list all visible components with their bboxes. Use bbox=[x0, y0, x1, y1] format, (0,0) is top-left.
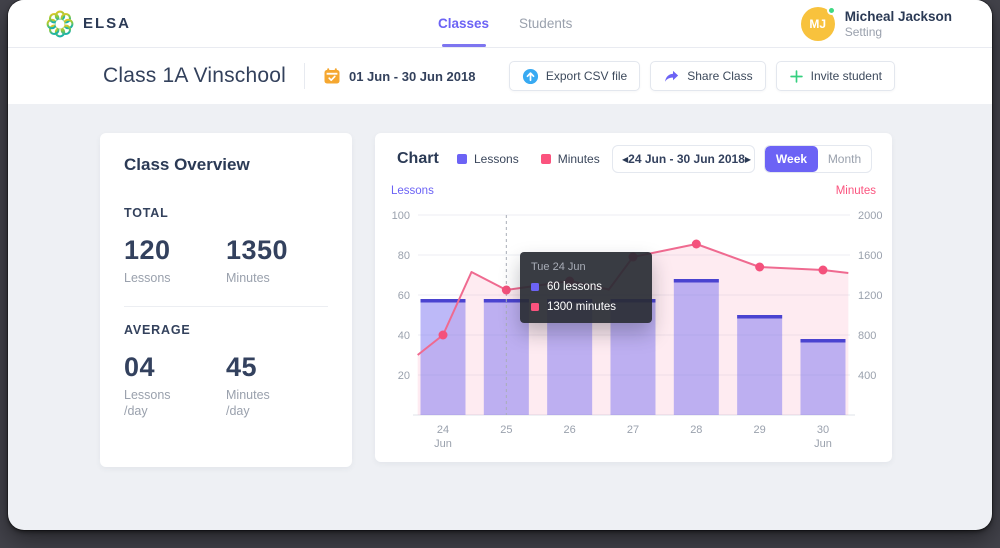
tooltip-lessons-row: 60 lessons bbox=[531, 281, 641, 293]
minutes-swatch bbox=[541, 154, 551, 164]
top-nav: ELSA Classes Students MJ Micheal Jackson… bbox=[8, 0, 992, 48]
bar-29[interactable] bbox=[737, 315, 782, 415]
line-point[interactable] bbox=[818, 266, 827, 275]
avatar[interactable]: MJ bbox=[801, 7, 835, 41]
invite-student-button[interactable]: Invite student bbox=[776, 61, 895, 91]
total-lessons-stat: 120 Lessons bbox=[124, 235, 226, 286]
bar-top-edge bbox=[737, 315, 782, 319]
left-axis-tick: 60 bbox=[398, 290, 410, 302]
x-axis-label: 29 bbox=[754, 424, 766, 436]
chart-range-picker[interactable]: ◀ 24 Jun - 30 Jun 2018 ▶ bbox=[612, 145, 755, 173]
bar-24-Jun[interactable] bbox=[421, 299, 466, 415]
line-point[interactable] bbox=[502, 286, 511, 295]
x-axis-sublabel: Jun bbox=[434, 438, 452, 450]
average-label: AVERAGE bbox=[124, 323, 328, 337]
app-window: ELSA Classes Students MJ Micheal Jackson… bbox=[8, 0, 992, 530]
x-axis-label: 30 bbox=[817, 424, 829, 436]
bar-top-edge bbox=[800, 339, 845, 343]
lessons-swatch bbox=[457, 154, 467, 164]
left-axis-tick: 20 bbox=[398, 370, 410, 382]
class-date-range[interactable]: 01 Jun - 30 Jun 2018 bbox=[323, 67, 475, 85]
nav-tabs: Classes Students bbox=[438, 0, 572, 47]
bar-30-Jun[interactable] bbox=[800, 339, 845, 415]
bar-28[interactable] bbox=[674, 279, 719, 415]
elsa-logo-icon bbox=[46, 10, 74, 38]
legend-lessons[interactable]: Lessons bbox=[457, 152, 519, 166]
tab-classes[interactable]: Classes bbox=[438, 0, 489, 47]
bar-top-edge bbox=[674, 279, 719, 283]
left-axis-tick: 100 bbox=[392, 210, 410, 222]
x-axis-sublabel: Jun bbox=[814, 438, 832, 450]
tooltip-minutes-row: 1300 minutes bbox=[531, 301, 641, 313]
right-axis-tick: 1200 bbox=[858, 290, 882, 302]
x-axis-label: 26 bbox=[564, 424, 576, 436]
total-label: TOTAL bbox=[124, 206, 328, 220]
average-lessons-stat: 04 Lessons /day bbox=[124, 352, 226, 419]
user-setting-link[interactable]: Setting bbox=[845, 25, 952, 40]
line-point[interactable] bbox=[755, 263, 764, 272]
left-axis-tick: 40 bbox=[398, 330, 410, 342]
export-upload-icon bbox=[522, 68, 539, 85]
brand: ELSA bbox=[46, 10, 131, 38]
right-axis-tick: 2000 bbox=[858, 210, 882, 222]
user-name: Micheal Jackson bbox=[845, 8, 952, 25]
x-axis-label: 27 bbox=[627, 424, 639, 436]
chart-title: Chart bbox=[397, 150, 439, 168]
left-axis-tick: 80 bbox=[398, 250, 410, 262]
average-section: AVERAGE 04 Lessons /day 45 Minutes /day bbox=[124, 323, 328, 419]
chart-card: Chart Lessons Minutes ◀ 24 Jun - 30 Jun … bbox=[375, 133, 892, 462]
subheader: Class 1A Vinschool 01 Jun - 30 Jun 2018 … bbox=[8, 48, 992, 104]
right-axis-tick: 400 bbox=[858, 370, 876, 382]
toggle-week[interactable]: Week bbox=[765, 146, 818, 172]
chart-legend: Lessons Minutes bbox=[457, 152, 600, 166]
tooltip-lessons-swatch bbox=[531, 283, 539, 291]
online-status-dot bbox=[827, 6, 836, 15]
tab-students[interactable]: Students bbox=[519, 0, 572, 47]
chart-header: Chart Lessons Minutes ◀ 24 Jun - 30 Jun … bbox=[375, 133, 892, 181]
right-axis-tick: 800 bbox=[858, 330, 876, 342]
chart-tooltip: Tue 24 Jun 60 lessons 1300 minutes bbox=[520, 252, 652, 323]
line-point[interactable] bbox=[692, 240, 701, 249]
subheader-actions: Export CSV file Share Class Invite stude… bbox=[509, 61, 895, 91]
average-minutes-stat: 45 Minutes /day bbox=[226, 352, 328, 419]
class-overview-card: Class Overview TOTAL 120 Lessons 1350 Mi… bbox=[100, 133, 352, 467]
brand-name: ELSA bbox=[83, 15, 131, 32]
toggle-month[interactable]: Month bbox=[818, 146, 871, 172]
active-tab-underline bbox=[442, 44, 486, 47]
calendar-icon bbox=[323, 67, 341, 85]
x-axis-label: 24 bbox=[437, 424, 449, 436]
page-title: Class 1A Vinschool bbox=[103, 64, 286, 88]
period-toggle: Week Month bbox=[764, 145, 872, 173]
range-next-button[interactable]: ▶ bbox=[745, 155, 751, 164]
x-axis-label: 28 bbox=[690, 424, 702, 436]
range-text: 24 Jun - 30 Jun 2018 bbox=[628, 152, 745, 166]
plus-icon bbox=[789, 69, 804, 84]
right-axis-tick: 1600 bbox=[858, 250, 882, 262]
total-section: TOTAL 120 Lessons 1350 Minutes bbox=[124, 206, 328, 286]
share-class-button[interactable]: Share Class bbox=[650, 61, 765, 91]
tooltip-title: Tue 24 Jun bbox=[531, 261, 641, 273]
divider bbox=[124, 306, 328, 307]
divider bbox=[304, 63, 305, 89]
export-csv-button[interactable]: Export CSV file bbox=[509, 61, 640, 91]
x-axis-label: 25 bbox=[500, 424, 512, 436]
user-block: MJ Micheal Jackson Setting bbox=[801, 7, 952, 41]
legend-minutes[interactable]: Minutes bbox=[541, 152, 600, 166]
overview-title: Class Overview bbox=[124, 155, 328, 175]
line-point[interactable] bbox=[439, 331, 448, 340]
total-minutes-stat: 1350 Minutes bbox=[226, 235, 328, 286]
main-content: Class Overview TOTAL 120 Lessons 1350 Mi… bbox=[8, 104, 992, 467]
share-arrow-icon bbox=[663, 68, 680, 85]
tooltip-minutes-swatch bbox=[531, 303, 539, 311]
